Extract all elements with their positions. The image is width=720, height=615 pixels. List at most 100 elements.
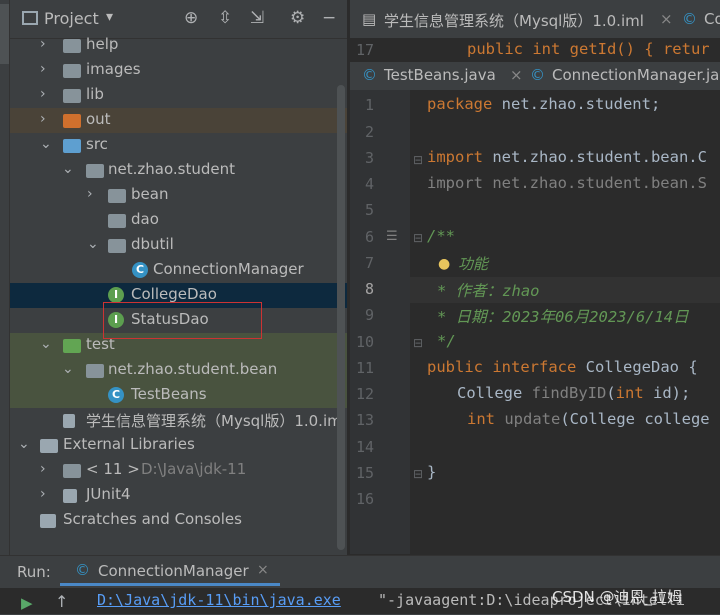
- watermark: CSDN @迪恩_拉姆: [552, 588, 683, 606]
- folder-icon: [63, 64, 81, 78]
- tree-item-external-libraries[interactable]: ⌄ External Libraries: [10, 433, 347, 458]
- tree-item-label: bean: [131, 185, 169, 203]
- tree-item-testbeans[interactable]: C TestBeans: [10, 383, 347, 408]
- class-icon: C: [132, 262, 148, 278]
- code-text: net.zhao.student;: [492, 95, 661, 113]
- tree-item-dbutil[interactable]: ⌄ dbutil: [10, 233, 347, 258]
- tree-item-dao[interactable]: dao: [10, 208, 347, 233]
- close-icon[interactable]: ×: [510, 66, 523, 84]
- lightbulb-icon[interactable]: ●: [438, 256, 450, 272]
- chevron-down-icon[interactable]: ⌄: [87, 236, 99, 252]
- tree-item-label: TestBeans: [131, 385, 207, 403]
- method-name: findByID: [531, 384, 607, 402]
- class-icon: ©: [75, 561, 90, 579]
- chevron-down-icon[interactable]: ⌄: [62, 361, 74, 377]
- line-number: 15: [355, 464, 374, 482]
- highlight-box: [103, 302, 262, 339]
- close-icon[interactable]: ×: [660, 10, 673, 28]
- expand-all-icon[interactable]: ⇳: [218, 8, 232, 28]
- line-number: 3: [364, 149, 374, 167]
- tree-item-label: ConnectionManager: [153, 260, 304, 278]
- code-line-13: int update(College college: [467, 410, 710, 428]
- tree-item-label: dao: [131, 210, 159, 228]
- keyword: interface: [492, 358, 577, 376]
- chevron-down-icon[interactable]: ⌄: [40, 136, 52, 152]
- fold-icon[interactable]: ⊟: [413, 231, 423, 245]
- fold-icon[interactable]: ⊟: [413, 336, 423, 350]
- line-number: 2: [364, 123, 374, 141]
- tree-item-test-package[interactable]: ⌄ net.zhao.student.bean: [10, 358, 347, 383]
- keyword: import: [427, 148, 483, 166]
- tree-item-package[interactable]: ⌄ net.zhao.student: [10, 158, 347, 183]
- tree-item-iml[interactable]: 学生信息管理系统（Mysql版）1.0.iml: [10, 408, 347, 433]
- chevron-down-icon[interactable]: ⌄: [40, 336, 52, 352]
- tree-item-src[interactable]: ⌄ src: [10, 133, 347, 158]
- close-icon[interactable]: ×: [257, 562, 269, 578]
- chevron-right-icon[interactable]: ›: [40, 111, 46, 127]
- tab-label: TestBeans.java: [384, 66, 496, 84]
- project-scrollbar[interactable]: [337, 85, 345, 550]
- tree-item-help[interactable]: › help: [10, 33, 347, 58]
- tree-item-out[interactable]: › out: [10, 108, 347, 133]
- source-folder-icon: [63, 139, 81, 153]
- left-tool-strip: [0, 0, 10, 555]
- chevron-down-icon[interactable]: ⌄: [62, 161, 74, 177]
- chevron-right-icon[interactable]: ›: [40, 486, 46, 502]
- tree-item-bean[interactable]: › bean: [10, 183, 347, 208]
- tree-item-connectionmanager[interactable]: C ConnectionManager: [10, 258, 347, 283]
- module-file-icon: [63, 414, 75, 428]
- locate-icon[interactable]: ⊕: [184, 8, 198, 28]
- package-icon: [108, 214, 126, 228]
- code-text: College: [457, 384, 532, 402]
- code-line-4: import net.zhao.student.bean.S: [427, 174, 707, 192]
- tree-item-detail: D:\Java\jdk-11: [141, 460, 247, 478]
- project-panel-title[interactable]: Project: [44, 9, 99, 28]
- tree-item-label: dbutil: [131, 235, 174, 253]
- fold-icon[interactable]: ⊟: [413, 467, 423, 481]
- tree-item-label: JUnit4: [86, 485, 131, 503]
- code-text: CollegeDao {: [576, 358, 698, 376]
- keyword: import: [427, 174, 483, 192]
- tree-item-label: Scratches and Consoles: [63, 510, 242, 528]
- tree-item-scratches[interactable]: Scratches and Consoles: [10, 508, 347, 533]
- code-line-3: import net.zhao.student.bean.C: [427, 148, 707, 166]
- tree-item-images[interactable]: › images: [10, 58, 347, 83]
- folder-icon: [63, 89, 81, 103]
- tree-item-label: images: [86, 60, 141, 78]
- tree-item-junit4[interactable]: › JUnit4: [10, 483, 347, 508]
- line-number: 12: [355, 385, 374, 403]
- line-number: 14: [355, 438, 374, 456]
- rerun-icon[interactable]: ▶: [21, 594, 33, 612]
- fold-icon[interactable]: ⊟: [413, 153, 423, 167]
- tree-item-label: < 11 >: [86, 460, 140, 478]
- tree-item-label: help: [86, 35, 119, 53]
- project-tool-tab[interactable]: [0, 4, 9, 64]
- class-icon: ©: [530, 66, 545, 84]
- chevron-right-icon[interactable]: ›: [40, 461, 46, 477]
- chevron-down-icon[interactable]: ▾: [106, 9, 113, 25]
- minimize-icon[interactable]: −: [322, 8, 336, 28]
- chevron-right-icon[interactable]: ›: [40, 61, 46, 77]
- chevron-down-icon[interactable]: ⌄: [18, 436, 30, 452]
- line-number: 8: [364, 280, 374, 298]
- chevron-right-icon[interactable]: ›: [40, 36, 46, 52]
- keyword: public: [427, 358, 483, 376]
- project-view-icon: [22, 11, 38, 25]
- tab-label: ConnectionManager.jav: [552, 66, 720, 84]
- doc-render-icon[interactable]: ☰: [386, 229, 398, 244]
- java-exe-link[interactable]: D:\Java\jdk-11\bin\java.exe: [97, 591, 341, 609]
- tree-item-jdk[interactable]: › < 11 > D:\Java\jdk-11: [10, 458, 347, 483]
- chevron-right-icon[interactable]: ›: [87, 186, 93, 202]
- package-icon: [108, 189, 126, 203]
- excluded-folder-icon: [63, 114, 81, 128]
- collapse-all-icon[interactable]: ⇲: [250, 8, 264, 28]
- arrow-up-icon[interactable]: ↑: [55, 592, 68, 611]
- test-folder-icon: [63, 339, 81, 353]
- code-line-12: College findByID(int id);: [457, 384, 690, 402]
- library-icon: [63, 489, 77, 503]
- chevron-right-icon[interactable]: ›: [40, 86, 46, 102]
- sticky-header: 17 public int getId() { retur: [350, 38, 720, 63]
- gear-icon[interactable]: ⚙: [290, 8, 305, 28]
- tree-item-lib[interactable]: › lib: [10, 83, 347, 108]
- code-line-9: * 日期：2023年06月2023/6/14日: [437, 308, 689, 326]
